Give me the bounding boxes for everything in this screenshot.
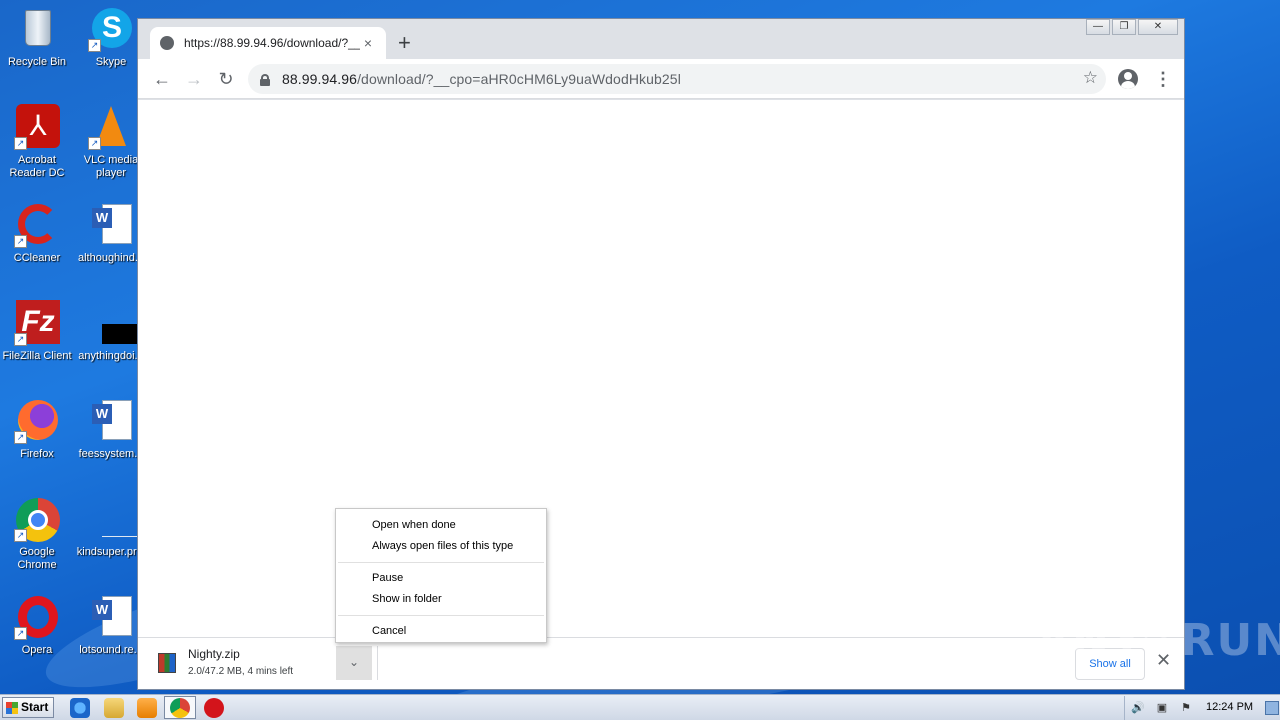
download-shelf: Nighty.zip 2.0/47.2 MB, 4 mins left ⌄ Sh… [138,637,1184,689]
shortcut-arrow-icon: ↗ [14,431,27,444]
lock-icon [260,73,270,86]
shortcut-arrow-icon: ↗ [14,529,27,542]
word-document-icon: W [88,398,134,444]
skype-icon: S ↗ [88,6,134,52]
clock: 12:24 PM [1206,701,1254,713]
menu-item-pause[interactable]: Pause [336,568,546,589]
menu-item-cancel[interactable]: Cancel [336,621,546,642]
toolbar: ← → ↻ 88.99.94.96/download/?__cpo=aHR0cH… [138,59,1184,99]
bookmark-star-icon[interactable]: ☆ [1083,68,1098,88]
vlc-icon: ↗ [88,104,134,150]
download-menu-chevron-icon[interactable]: ⌄ [336,646,372,680]
download-context-menu: Open when done Always open files of this… [335,508,547,643]
volume-icon[interactable]: 🔊 [1131,701,1145,715]
url-host: 88.99.94.96 [282,71,358,87]
chrome-icon [170,698,190,718]
icon-label: Opera [21,644,53,656]
taskbar: Start 🔊 ▣ ⚑ 12:24 PM [0,694,1280,720]
globe-icon [160,36,174,50]
icon-label: Recycle Bin [7,56,67,68]
opera-icon: ↗ [14,594,60,640]
url-text: 88.99.94.96/download/?__cpo=aHR0cHM6Ly9u… [282,71,681,87]
blank-file-icon [88,496,148,542]
title-bar: https://88.99.94.96/download/?__c × + — … [138,19,1184,59]
window-controls: — ❐ ✕ [1084,19,1178,35]
shortcut-arrow-icon: ↗ [14,333,27,346]
chrome-window: https://88.99.94.96/download/?__c × + — … [137,18,1185,690]
shortcut-arrow-icon: ↗ [14,627,27,640]
network-icon[interactable]: ▣ [1155,701,1169,715]
black-file-icon [88,300,148,346]
menu-item-show-in-folder[interactable]: Show in folder [336,589,546,610]
desktop-icon-firefox[interactable]: ↗ Firefox [0,398,74,461]
file-explorer-icon[interactable] [104,698,124,718]
chrome-icon: ↗ [14,496,60,542]
ccleaner-icon: ↗ [14,202,60,248]
tab-active[interactable]: https://88.99.94.96/download/?__c × [150,27,386,59]
icon-label: Google Chrome [17,546,57,571]
profile-avatar-icon[interactable] [1118,69,1138,89]
address-bar[interactable]: 88.99.94.96/download/?__cpo=aHR0cHM6Ly9u… [248,64,1106,94]
menu-dots-icon[interactable]: ⋮ [1154,67,1172,91]
shortcut-arrow-icon: ↗ [88,137,101,150]
page-content [138,100,1184,637]
system-tray: 🔊 ▣ ⚑ [1124,696,1280,720]
restore-button[interactable]: ❐ [1112,19,1136,35]
menu-item-always-open[interactable]: Always open files of this type [336,536,546,557]
shortcut-arrow-icon: ↗ [88,39,101,52]
firefox-icon: ↗ [14,398,60,444]
new-tab-button[interactable]: + [398,31,411,55]
desktop-icon-opera[interactable]: ↗ Opera [0,594,74,657]
download-status: 2.0/47.2 MB, 4 mins left [188,666,294,677]
opera-icon[interactable] [204,698,224,718]
word-document-icon: W [88,594,134,640]
desktop-icon-filezilla[interactable]: Fz ↗ FileZilla Client [0,300,74,363]
internet-explorer-icon[interactable] [70,698,90,718]
desktop-icon-recycle-bin[interactable]: Recycle Bin [0,6,74,69]
media-player-icon[interactable] [137,698,157,718]
reload-button[interactable]: ↻ [214,67,238,91]
forward-button[interactable]: → [182,67,206,91]
divider [377,646,378,680]
icon-label: FileZilla Client [2,350,72,362]
action-center-flag-icon[interactable]: ⚑ [1179,701,1193,715]
desktop-icon-ccleaner[interactable]: ↗ CCleaner [0,202,74,265]
windows-flag-icon [6,702,18,714]
taskbar-chrome-button[interactable] [164,696,196,719]
tab-title: https://88.99.94.96/download/?__c [184,36,360,50]
icon-label: Acrobat Reader DC [9,154,65,179]
shortcut-arrow-icon: ↗ [14,137,27,150]
desktop-icon-chrome[interactable]: ↗ Google Chrome [0,496,74,572]
start-label: Start [21,700,49,714]
back-button[interactable]: ← [150,67,174,91]
zip-archive-icon [158,653,176,673]
anyrun-watermark: ANY▷RUN [1036,615,1280,666]
icon-label: Firefox [20,448,54,460]
show-desktop-icon[interactable] [1265,701,1279,715]
url-path: /download/?__cpo=aHR0cHM6Ly9uaWdodHkub25… [357,71,681,87]
download-filename: Nighty.zip [188,647,240,661]
menu-separator [338,562,544,563]
recycle-bin-icon [14,6,60,52]
filezilla-icon: Fz ↗ [14,300,60,346]
close-window-button[interactable]: ✕ [1138,19,1178,35]
shortcut-arrow-icon: ↗ [14,235,27,248]
menu-separator [338,615,544,616]
word-document-icon: W [88,202,134,248]
acrobat-icon: ⅄ ↗ [14,104,60,150]
menu-item-open-when-done[interactable]: Open when done [336,515,546,536]
desktop-icon-acrobat[interactable]: ⅄ ↗ Acrobat Reader DC [0,104,74,180]
start-button[interactable]: Start [2,697,54,718]
icon-label: CCleaner [13,252,61,264]
minimize-button[interactable]: — [1086,19,1110,35]
tab-close-icon[interactable]: × [360,35,376,51]
